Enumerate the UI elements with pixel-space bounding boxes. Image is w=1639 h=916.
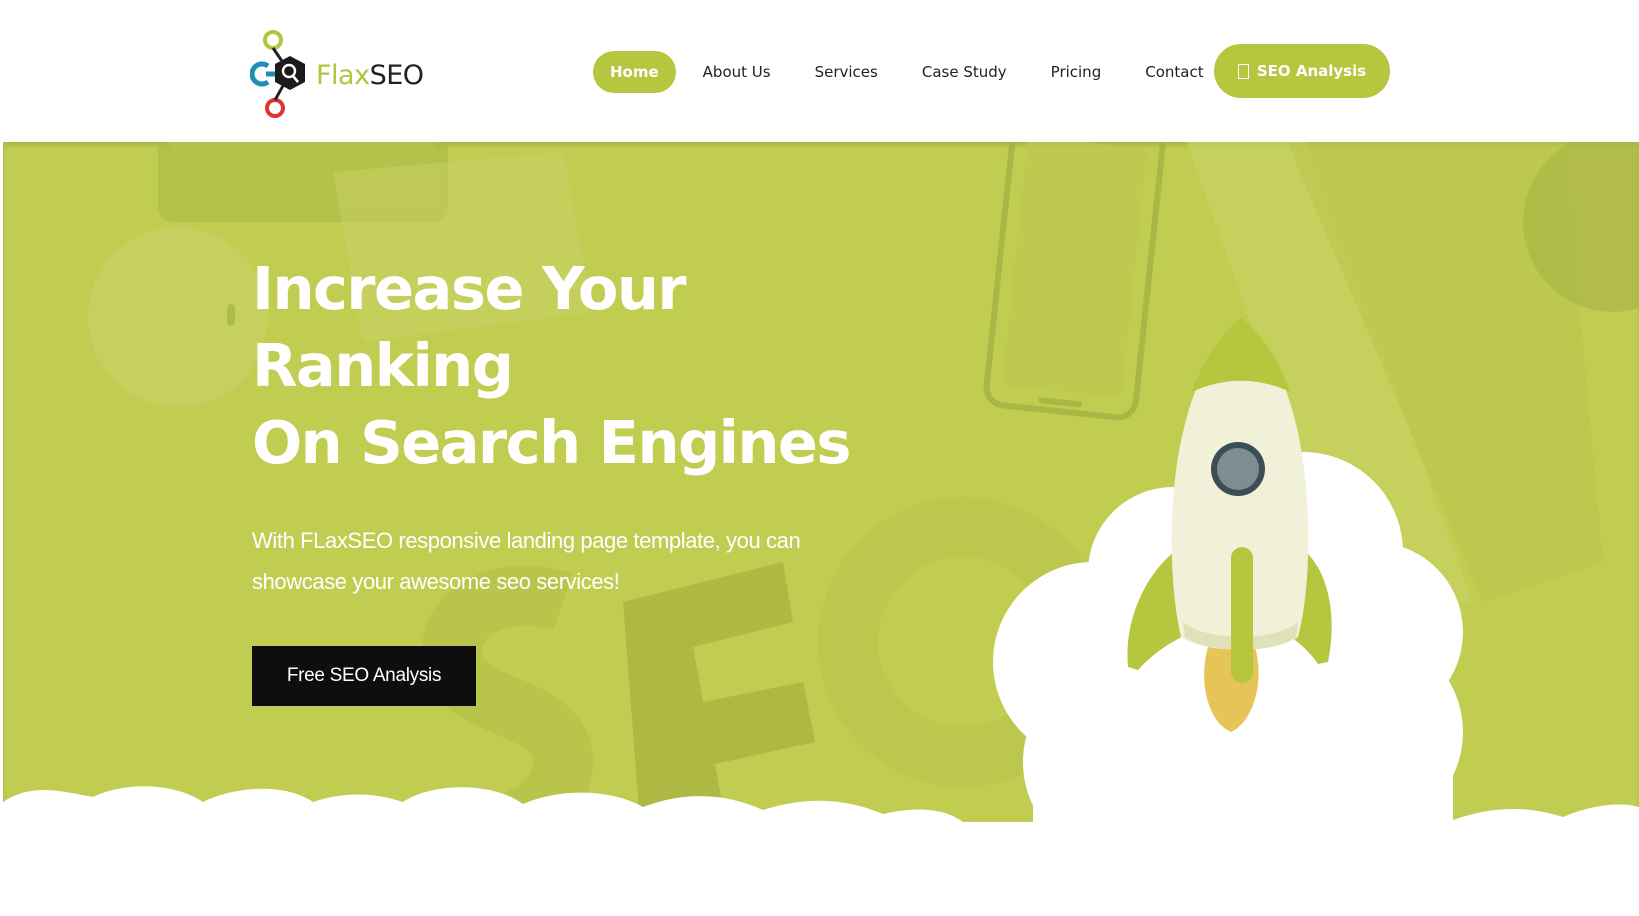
- nav-item-case-study[interactable]: Case Study: [905, 51, 1024, 93]
- nav-item-about-us[interactable]: About Us: [686, 51, 788, 93]
- document-icon: [1237, 63, 1249, 79]
- rocket-illustration: [3, 317, 1639, 862]
- site-header: FlaxSEO Home About Us Services Case Stud…: [0, 0, 1639, 142]
- main-nav: Home About Us Services Case Study Pricin…: [593, 51, 1231, 93]
- hero-section: Increase Your Ranking On Search Engines …: [3, 142, 1639, 862]
- nav-item-pricing[interactable]: Pricing: [1034, 51, 1119, 93]
- logo-mark-icon: [250, 30, 305, 118]
- logo-wordmark-part1: Flax: [316, 59, 370, 91]
- logo-wordmark-part2: SEO: [369, 59, 424, 91]
- nav-item-home[interactable]: Home: [593, 51, 676, 93]
- nav-item-contact[interactable]: Contact: [1128, 51, 1220, 93]
- seo-analysis-button-label: SEO Analysis: [1256, 62, 1367, 80]
- brand-logo[interactable]: FlaxSEO: [250, 26, 424, 122]
- nav-item-services[interactable]: Services: [798, 51, 895, 93]
- logo-wordmark: FlaxSEO: [316, 60, 424, 91]
- seo-analysis-button[interactable]: SEO Analysis: [1214, 44, 1390, 98]
